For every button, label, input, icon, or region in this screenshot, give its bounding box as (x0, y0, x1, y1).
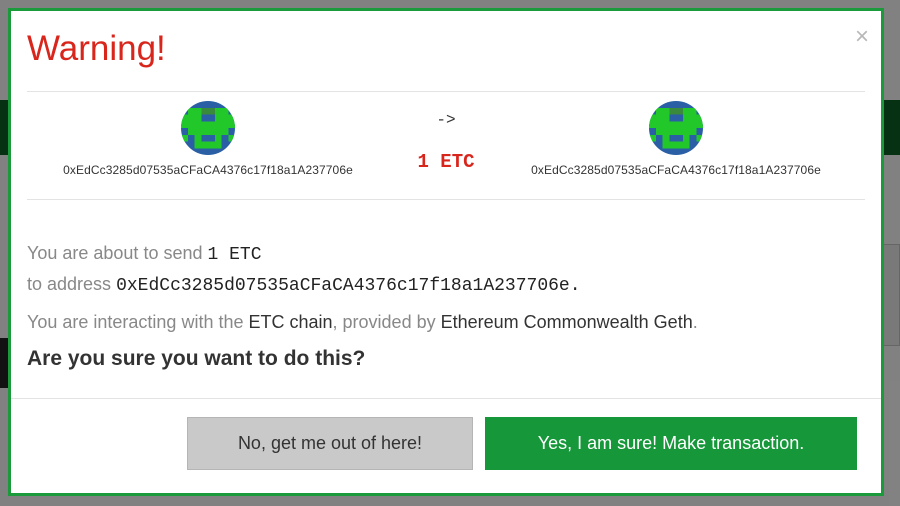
to-address: 0xEdCc3285d07535aCFaCA4376c17f18a1A23770… (531, 163, 821, 177)
divider (27, 91, 865, 92)
send-amount-detail: 1 ETC (207, 245, 262, 265)
send-prefix: You are about to send (27, 243, 208, 263)
chain-name: ETC chain (248, 312, 333, 332)
to-prefix: to address (27, 274, 117, 294)
modal-title: Warning! (27, 29, 166, 68)
confirmation-question: Are you sure you want to do this? (27, 347, 366, 370)
chain-line: You are interacting with the ETC chain, … (27, 308, 867, 337)
transaction-details: You are about to send 1 ETC to address 0… (27, 239, 867, 337)
provider-suffix: . (692, 312, 698, 332)
from-address: 0xEdCc3285d07535aCFaCA4376c17f18a1A23770… (63, 163, 353, 177)
from-identicon (181, 101, 235, 155)
arrow-icon: -> (436, 111, 456, 129)
to-address-block: 0xEdCc3285d07535aCFaCA4376c17f18a1A23770… (506, 101, 846, 177)
to-identicon (649, 101, 703, 155)
send-line: You are about to send 1 ETC (27, 239, 867, 270)
to-address-detail: 0xEdCc3285d07535aCFaCA4376c17f18a1A23770… (116, 276, 581, 296)
footer-divider (11, 398, 881, 399)
chain-prefix: You are interacting with the (27, 312, 249, 332)
confirm-transaction-button[interactable]: Yes, I am sure! Make transaction. (485, 417, 857, 470)
provider-name: Ethereum Commonwealth Geth (440, 312, 693, 332)
close-icon[interactable]: × (855, 25, 869, 49)
address-line: to address 0xEdCc3285d07535aCFaCA4376c17… (27, 270, 867, 301)
from-address-block: 0xEdCc3285d07535aCFaCA4376c17f18a1A23770… (38, 101, 378, 177)
cancel-button[interactable]: No, get me out of here! (187, 417, 473, 470)
provider-prefix: , provided by (332, 312, 441, 332)
warning-modal: Warning! × 0xEdCc3285d07535aCFaCA4376c17… (8, 8, 884, 496)
divider (27, 199, 865, 200)
send-amount: 1 ETC (417, 151, 475, 173)
